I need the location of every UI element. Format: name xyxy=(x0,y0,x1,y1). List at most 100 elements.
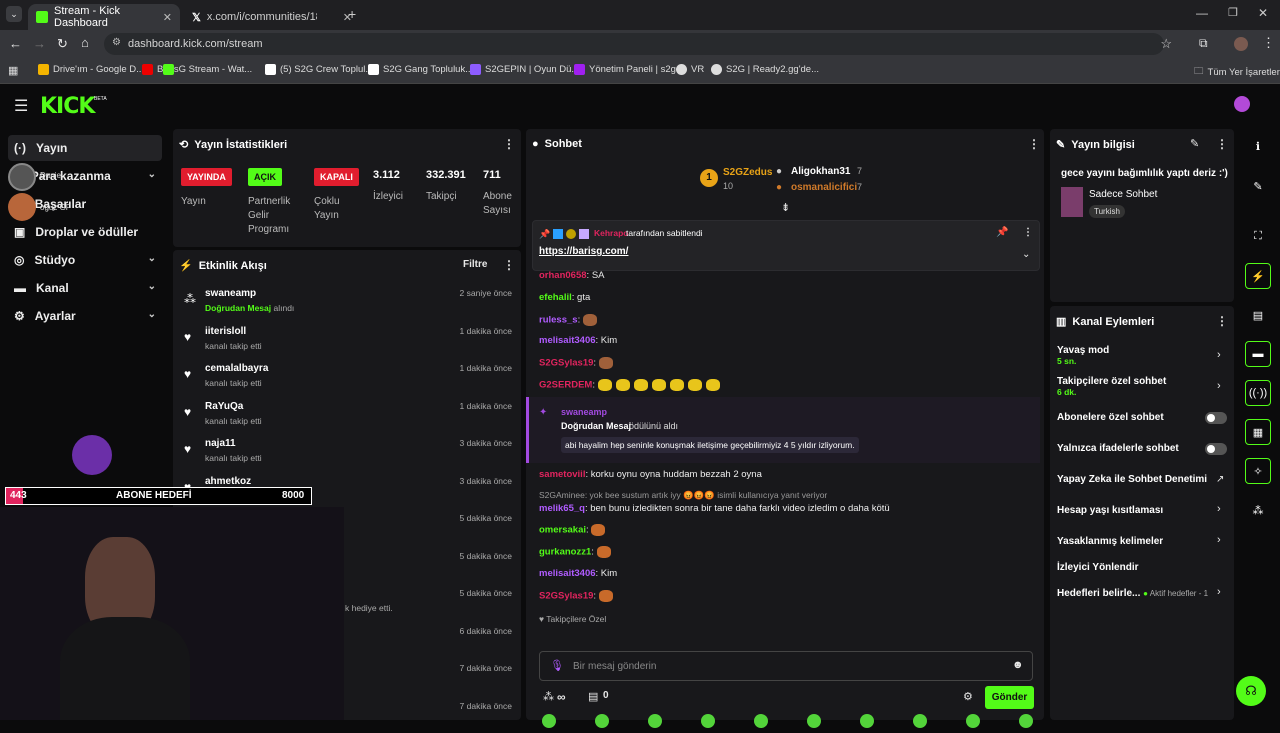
chat-username[interactable]: gurkanozz1 xyxy=(539,547,591,558)
tab-x-communities[interactable]: 𝕏 x.com/i/communities/18353197 ✕ xyxy=(184,4,360,30)
dm-user[interactable]: swaneamp xyxy=(561,407,607,417)
bookmark-item[interactable]: (5) S2G Crew Toplul... xyxy=(265,64,373,75)
action-raid[interactable]: İzleyici Yönlendir xyxy=(1057,562,1280,573)
unpin-icon[interactable]: 📌 xyxy=(996,227,1008,238)
minimize-icon[interactable]: — xyxy=(1196,6,1208,20)
layout-icon[interactable]: ▦ xyxy=(1245,419,1271,445)
extensions-icon[interactable]: ⧉ xyxy=(1199,36,1208,51)
expand-chevron-icon[interactable]: ⌄ xyxy=(1022,249,1030,260)
activity-user[interactable]: ahmetkoz xyxy=(205,476,251,487)
activity-user[interactable]: swaneamp xyxy=(205,288,256,299)
chat-username[interactable]: ruless_s xyxy=(539,315,578,326)
chat-icon[interactable]: ▬ xyxy=(1245,341,1271,367)
activity-user[interactable]: iiterisloll xyxy=(205,326,246,337)
pencil-icon[interactable]: ✎ xyxy=(1245,173,1271,199)
chat-username[interactable]: sametoviil xyxy=(539,469,585,480)
site-info-icon[interactable]: ⚙ xyxy=(112,37,121,48)
apps-icon[interactable]: ▦ xyxy=(8,64,18,77)
focus-icon[interactable]: ⛶ xyxy=(1245,223,1271,249)
emote-icon[interactable] xyxy=(701,714,715,728)
document-icon[interactable]: ▤ xyxy=(1245,302,1271,328)
new-tab-icon[interactable]: + xyxy=(348,6,356,22)
kick-logo[interactable]: KICK xyxy=(40,94,95,119)
bookmark-item[interactable]: BarisG Stream - Wat... xyxy=(142,64,252,75)
wrench-icon[interactable]: ✧ xyxy=(1245,458,1271,484)
chat-input[interactable]: 🎙 Bir mesaj gönderin ☻ xyxy=(539,651,1033,681)
tab-kick-dashboard[interactable]: Stream - Kick Dashboard ✕ xyxy=(28,4,180,30)
bookmark-item[interactable]: Yönetim Paneli | s2g... xyxy=(574,64,684,75)
activity-row[interactable]: ♥ iiterisloll kanalı takip etti 1 dakika ön… xyxy=(180,321,520,358)
bookmark-item[interactable]: Drive'ım - Google D... xyxy=(38,64,144,75)
chevron-right-icon[interactable]: › xyxy=(1217,586,1221,598)
bookmark-item[interactable]: VR xyxy=(676,64,704,75)
activity-user[interactable]: RaYuQa xyxy=(205,401,243,412)
edit-icon[interactable]: ✎ xyxy=(1190,137,1199,150)
home-icon[interactable]: ⌂ xyxy=(81,35,89,50)
emote-icon[interactable] xyxy=(648,714,662,728)
back-icon[interactable]: ← xyxy=(9,36,22,51)
emote-icon[interactable] xyxy=(860,714,874,728)
bookmark-item[interactable]: S2G | Ready2.gg'de... xyxy=(711,64,819,75)
mic-icon[interactable]: 🎙 xyxy=(550,659,564,672)
top-gifter-name[interactable]: Aligokhan31 xyxy=(791,166,850,177)
chat-username[interactable]: melisait3406 xyxy=(539,568,596,579)
action-banned-words[interactable]: Yasaklanmış kelimeler xyxy=(1057,536,1280,547)
forward-icon[interactable]: → xyxy=(33,36,46,51)
chat-settings-icon[interactable]: ⚙ xyxy=(963,690,973,703)
send-button[interactable]: Gönder xyxy=(985,686,1034,709)
action-goals[interactable]: Hedefleri belirle... ● Aktif hedefler - … xyxy=(1057,588,1280,599)
chat-username[interactable]: melik65_q xyxy=(539,503,585,514)
more-options-icon[interactable]: ⋮ xyxy=(1216,314,1228,328)
bookmark-item[interactable]: S2G Gang Topluluk... xyxy=(368,64,473,75)
emote-icon[interactable] xyxy=(807,714,821,728)
chevron-right-icon[interactable]: › xyxy=(1217,380,1221,392)
chat-username[interactable]: orhan0658 xyxy=(539,270,587,281)
sidebar-item-ayarlar[interactable]: ⚙ Ayarlar ⌄ xyxy=(8,303,162,329)
filter-button[interactable]: Filtre xyxy=(463,259,487,270)
bookmark-item[interactable] xyxy=(163,64,174,75)
sidebar-item-yayin[interactable]: (·) Yayın xyxy=(8,135,162,161)
close-window-icon[interactable]: ✕ xyxy=(1258,6,1268,20)
activity-row[interactable]: ♥ RaYuQa kanalı takip etti 1 dakika önce xyxy=(180,396,520,433)
sidebar-item-droplar[interactable]: ▣ Droplar ve ödüller xyxy=(8,219,162,245)
chat-username[interactable]: G2SERDEM xyxy=(539,380,592,391)
address-input[interactable]: ⚙ dashboard.kick.com/stream ☆ xyxy=(104,33,1172,55)
hamburger-menu-icon[interactable]: ☰ xyxy=(14,96,28,116)
emote-icon[interactable] xyxy=(754,714,768,728)
bookmark-item[interactable]: S2GEPIN | Oyun Dü... xyxy=(470,64,579,75)
broadcast-icon[interactable]: ((·)) xyxy=(1245,380,1271,406)
user-avatar[interactable] xyxy=(1234,96,1250,112)
activity-row[interactable]: ♥ cemalalbayra kanalı takip etti 1 dakika ö… xyxy=(180,358,520,395)
chevron-right-icon[interactable]: › xyxy=(1217,503,1221,515)
more-options-icon[interactable]: ⋮ xyxy=(1216,137,1228,151)
tab-list-icon[interactable]: ⌄ xyxy=(6,6,22,22)
more-options-icon[interactable]: ⋮ xyxy=(1023,227,1033,238)
emote-icon[interactable] xyxy=(595,714,609,728)
category-name[interactable]: Sadece Sohbet xyxy=(1089,189,1157,200)
chat-username[interactable]: efehalil xyxy=(539,292,572,303)
more-options-icon[interactable]: ⋮ xyxy=(1028,137,1040,151)
top-gifter-name[interactable]: S2GZedus xyxy=(723,167,772,178)
lightning-icon[interactable]: ⚡ xyxy=(1245,263,1271,289)
chevron-right-icon[interactable]: › xyxy=(1217,534,1221,546)
more-options-icon[interactable]: ⋮ xyxy=(503,137,515,151)
chat-username[interactable]: S2GSylas19 xyxy=(539,358,593,369)
activity-row[interactable]: ⁂ swaneamp Doğrudan Mesaj alındı 2 saniye ö… xyxy=(180,283,520,320)
chat-username[interactable]: S2GSylas19 xyxy=(539,591,593,602)
external-link-icon[interactable]: ↗ xyxy=(1216,474,1224,485)
sidebar-item-kanal[interactable]: ▬ Kanal ⌄ xyxy=(8,275,162,301)
emoji-picker-icon[interactable]: ☻ xyxy=(1012,659,1024,671)
activity-user[interactable]: cemalalbayra xyxy=(205,363,268,374)
support-icon[interactable]: ☊ xyxy=(1236,676,1266,706)
maximize-icon[interactable]: ❐ xyxy=(1228,6,1238,19)
collapse-icon[interactable]: ⇟ xyxy=(781,201,790,214)
browser-menu-icon[interactable]: ⋮ xyxy=(1262,35,1275,51)
pinned-link[interactable]: https://barisg.com/ xyxy=(539,246,628,257)
emote-only-toggle[interactable] xyxy=(1205,443,1227,455)
activity-row[interactable]: ♥ naja11 kanalı takip etti 3 dakika önce xyxy=(180,433,520,470)
more-options-icon[interactable]: ⋮ xyxy=(503,258,515,272)
bookmark-star-icon[interactable]: ☆ xyxy=(1160,36,1172,52)
profile-avatar[interactable] xyxy=(1234,37,1248,51)
info-icon[interactable]: ℹ xyxy=(1245,133,1271,159)
emote-icon[interactable] xyxy=(913,714,927,728)
